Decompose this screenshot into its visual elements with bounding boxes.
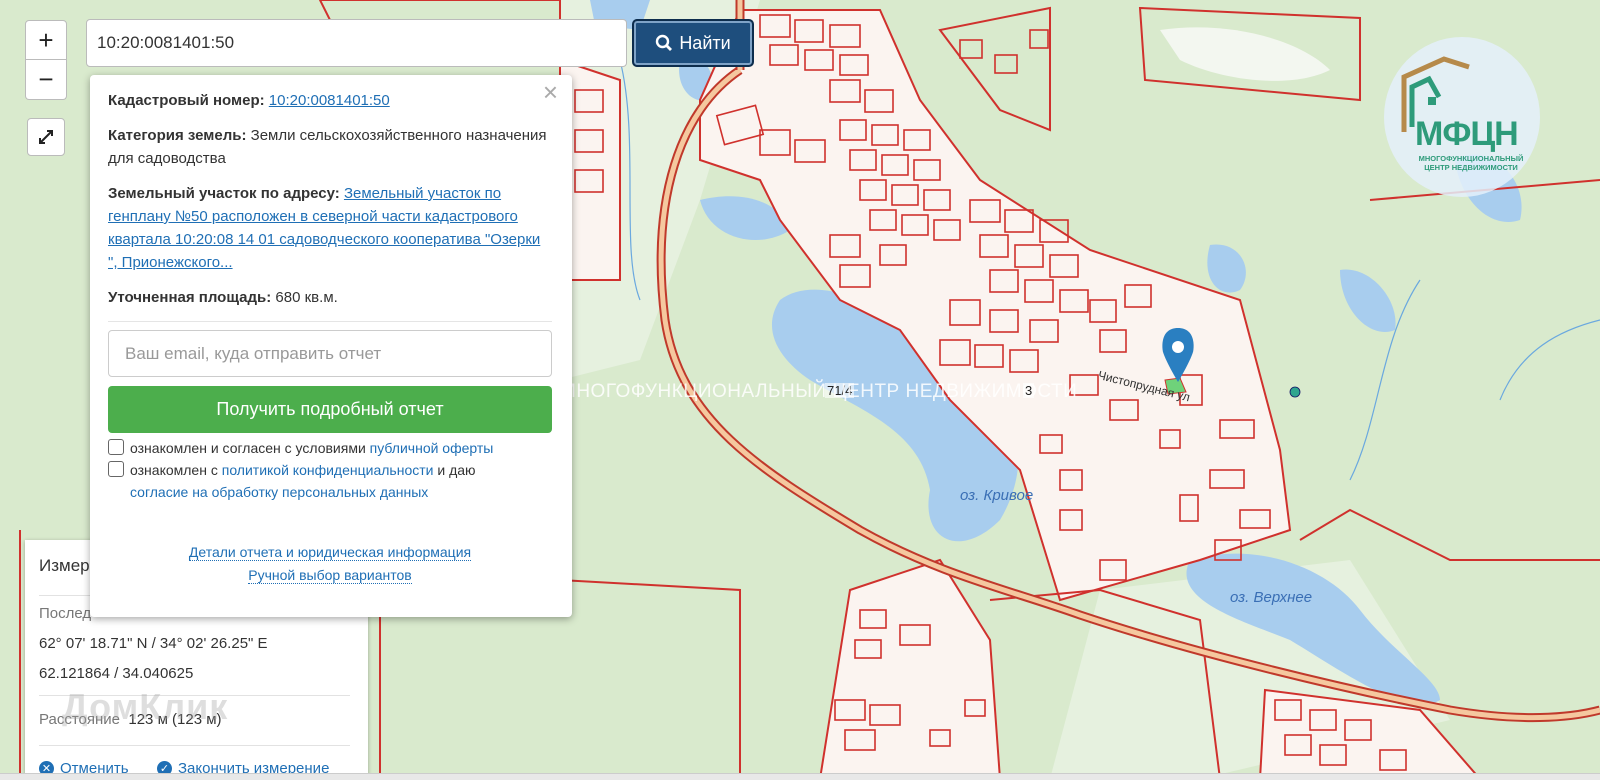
email-field[interactable] [108,330,552,377]
close-icon[interactable]: × [543,79,558,105]
expand-icon [39,130,53,144]
address-row: Земельный участок по адресу: Земельный у… [108,182,552,274]
consent-privacy-checkbox[interactable] [108,461,124,477]
public-offer-link[interactable]: публичной оферты [370,440,494,456]
lake-label-krivoe: оз. Кривое [960,487,1034,504]
area-label: Уточненная площадь: [108,289,272,306]
cadastral-row: Кадастровый номер: 10:20:0081401:50 [108,89,552,112]
personal-data-consent-link[interactable]: согласие на обработку персональных данны… [130,484,428,500]
cadastral-number-link[interactable]: 10:20:0081401:50 [269,92,390,109]
area-row: Уточненная площадь: 680 кв.м. [108,286,552,309]
measure-coords-dms: 62° 07' 18.71" N / 34° 02' 26.25" E [39,635,268,652]
search-icon [656,34,673,51]
search-button[interactable]: Найти [632,19,754,67]
search-button-label: Найти [679,32,731,53]
area-value: 680 кв.м. [275,289,338,306]
consent-offer-text: ознакомлен и согласен с условиями [130,440,366,456]
get-report-button[interactable]: Получить подробный отчет [108,386,552,433]
parcel-info-popup: × Кадастровый номер: 10:20:0081401:50 Ка… [90,75,572,617]
measure-title: Измер [39,556,90,575]
lake-label-verkhnee: оз. Верхнее [1230,589,1313,606]
consent-offer-row: ознакомлен и согласен с условиями публич… [108,437,552,459]
watermark-text: МНОГОФУНКЦИОНАЛЬНЫЙ ЦЕНТР НЕДВИЖИМОСТИ [560,381,1078,402]
map-point [1289,386,1301,398]
category-use: для садоводства [108,150,226,167]
address-label: Земельный участок по адресу: [108,185,340,202]
category-label: Категория земель: [108,127,247,144]
consent-privacy-row: ознакомлен с политикой конфиденциальност… [108,459,552,503]
category-row: Категория земель: Земли сельскохозяйстве… [108,124,552,170]
measure-last-label: Послед [39,605,92,622]
zoom-out-button[interactable]: − [25,60,67,100]
domclick-watermark: ДомКлик [62,686,229,727]
manual-selection-link[interactable]: Ручной выбор вариантов [248,567,412,584]
consent-privacy-text: ознакомлен с [130,462,218,478]
zoom-in-button[interactable]: + [25,20,67,60]
logo-subtitle: МНОГОФУНКЦИОНАЛЬНЫЙ ЦЕНТР НЕДВИЖИМОСТИ [1418,154,1524,172]
category-value: Земли сельскохозяйственного назначения [250,127,547,144]
popup-footer-links: Детали отчета и юридическая информация Р… [108,541,552,587]
measure-coords-decimal: 62.121864 / 34.040625 [39,665,194,682]
cadastral-label: Кадастровый номер: [108,92,265,109]
report-details-link[interactable]: Детали отчета и юридическая информация [188,544,472,561]
cadastral-search-input[interactable] [86,19,627,67]
logo-title: МФЦН [1415,115,1519,153]
consent-privacy-tail: и даю [437,462,476,478]
privacy-policy-link[interactable]: политикой конфиденциальности [222,462,434,478]
mfcn-logo: МФЦН МНОГОФУНКЦИОНАЛЬНЫЙ ЦЕНТР НЕДВИЖИМО… [1384,37,1540,197]
fullscreen-button[interactable] [27,118,65,156]
consent-offer-checkbox[interactable] [108,439,124,455]
